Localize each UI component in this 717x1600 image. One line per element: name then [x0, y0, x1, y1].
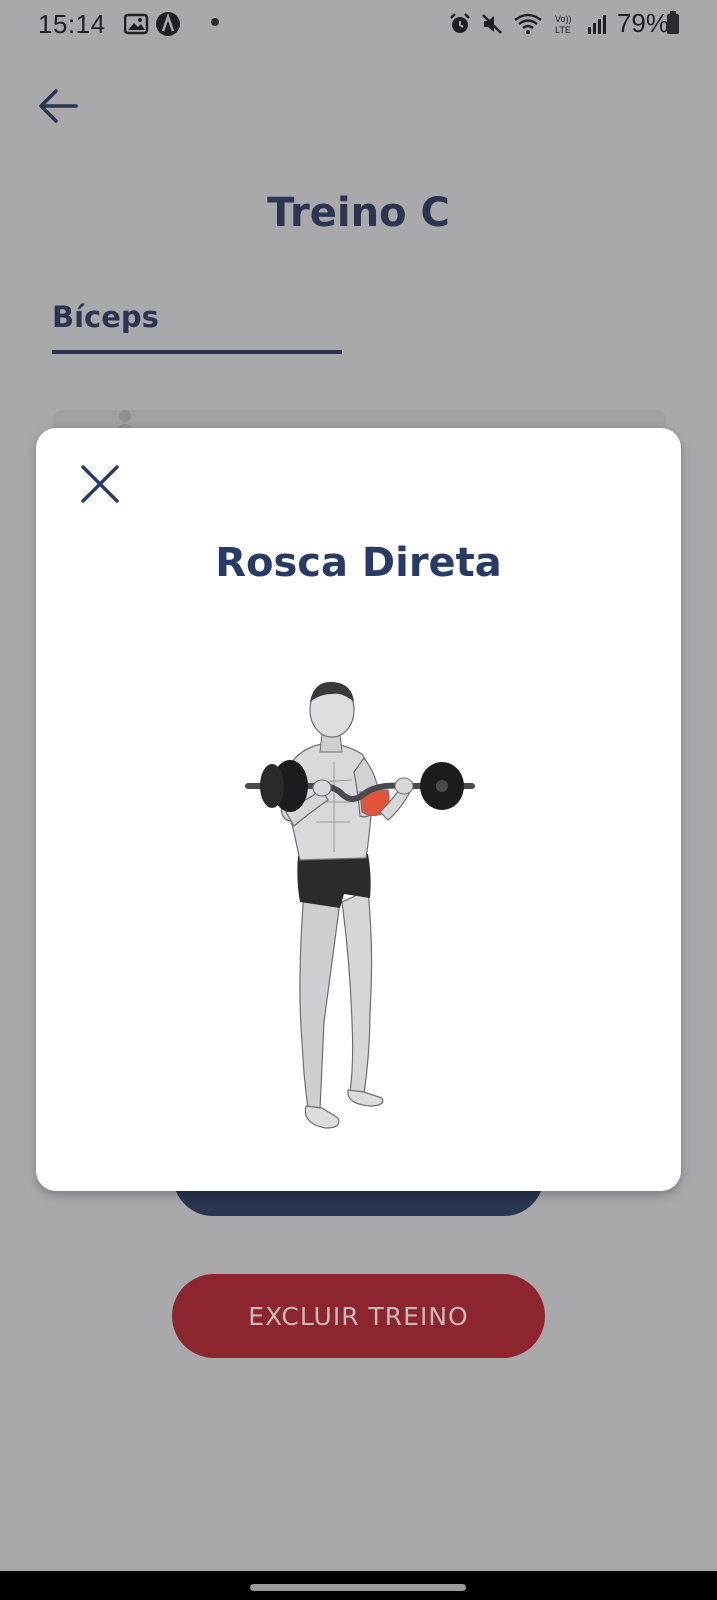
close-icon: [81, 465, 119, 503]
battery-icon: [667, 11, 679, 34]
gallery-icon: [124, 13, 149, 35]
status-time: 15:14: [38, 9, 106, 39]
tab-biceps[interactable]: Bíceps: [52, 300, 342, 354]
notification-dot: [211, 18, 219, 26]
barbell-curl-illustration: [245, 681, 475, 1129]
mute-icon: [482, 13, 502, 34]
exercise-modal: Rosca Direta: [36, 428, 681, 1191]
home-handle[interactable]: [250, 1584, 466, 1591]
app-icon: [156, 12, 180, 36]
tab-label: Bíceps: [52, 300, 159, 334]
signal-icon: [587, 14, 606, 34]
page-title: Treino C: [267, 190, 450, 236]
exercise-thumbnail-icon: [114, 410, 136, 430]
status-bar: 15:14 Vo)) LTE 79%: [0, 0, 717, 48]
svg-text:LTE: LTE: [555, 25, 571, 35]
battery-percent: 79%: [616, 8, 669, 38]
svg-text:Vo)): Vo)): [555, 14, 572, 24]
arrow-left-icon: [39, 89, 78, 123]
alarm-icon: [450, 12, 470, 33]
delete-workout-button[interactable]: EXCLUIR TREINO: [172, 1274, 545, 1358]
wifi-icon: [514, 13, 542, 34]
volte-icon: Vo)) LTE: [555, 14, 572, 35]
back-button[interactable]: [36, 86, 84, 130]
exercise-title: Rosca Direta: [215, 540, 502, 586]
close-button[interactable]: [80, 464, 120, 506]
